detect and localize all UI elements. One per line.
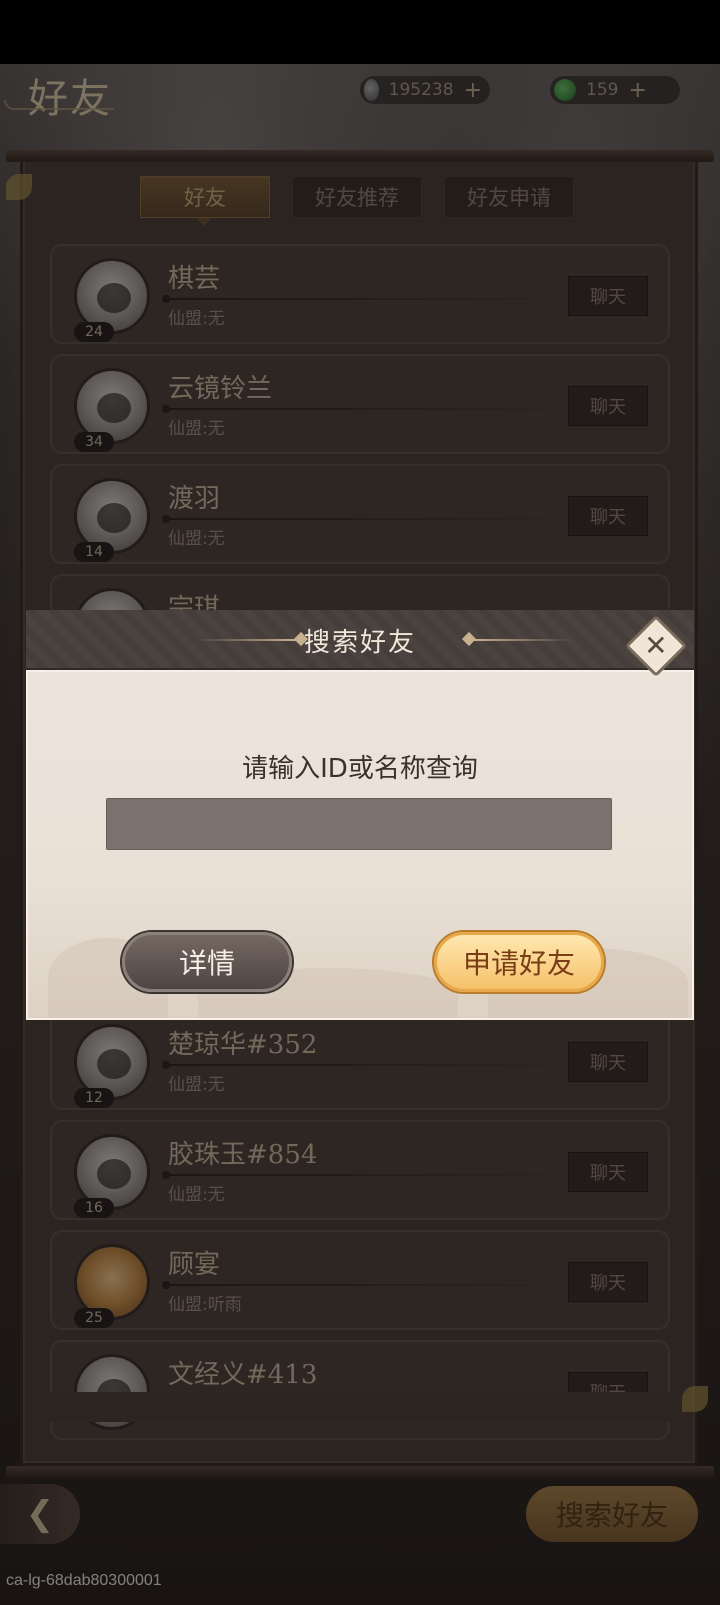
search-prompt: 请输入ID或名称查询 — [242, 754, 478, 784]
close-icon: ✕ — [644, 629, 668, 662]
game-screen: 好友 195238 + 159 + 好友 好友推荐 好友申请 24 棋芸 仙盟:… — [0, 0, 720, 1605]
details-button[interactable]: 详情 — [122, 932, 292, 992]
dialog-header: 搜索好友 — [26, 610, 694, 670]
status-bar — [0, 0, 720, 64]
title-ornament — [474, 639, 574, 641]
apply-friend-button[interactable]: 申请好友 — [434, 932, 604, 992]
search-friend-dialog: 搜索好友 ✕ 请输入ID或名称查询 详情 申请好友 — [26, 610, 694, 1020]
search-input[interactable] — [106, 798, 612, 850]
dialog-title: 搜索好友 — [303, 628, 416, 658]
